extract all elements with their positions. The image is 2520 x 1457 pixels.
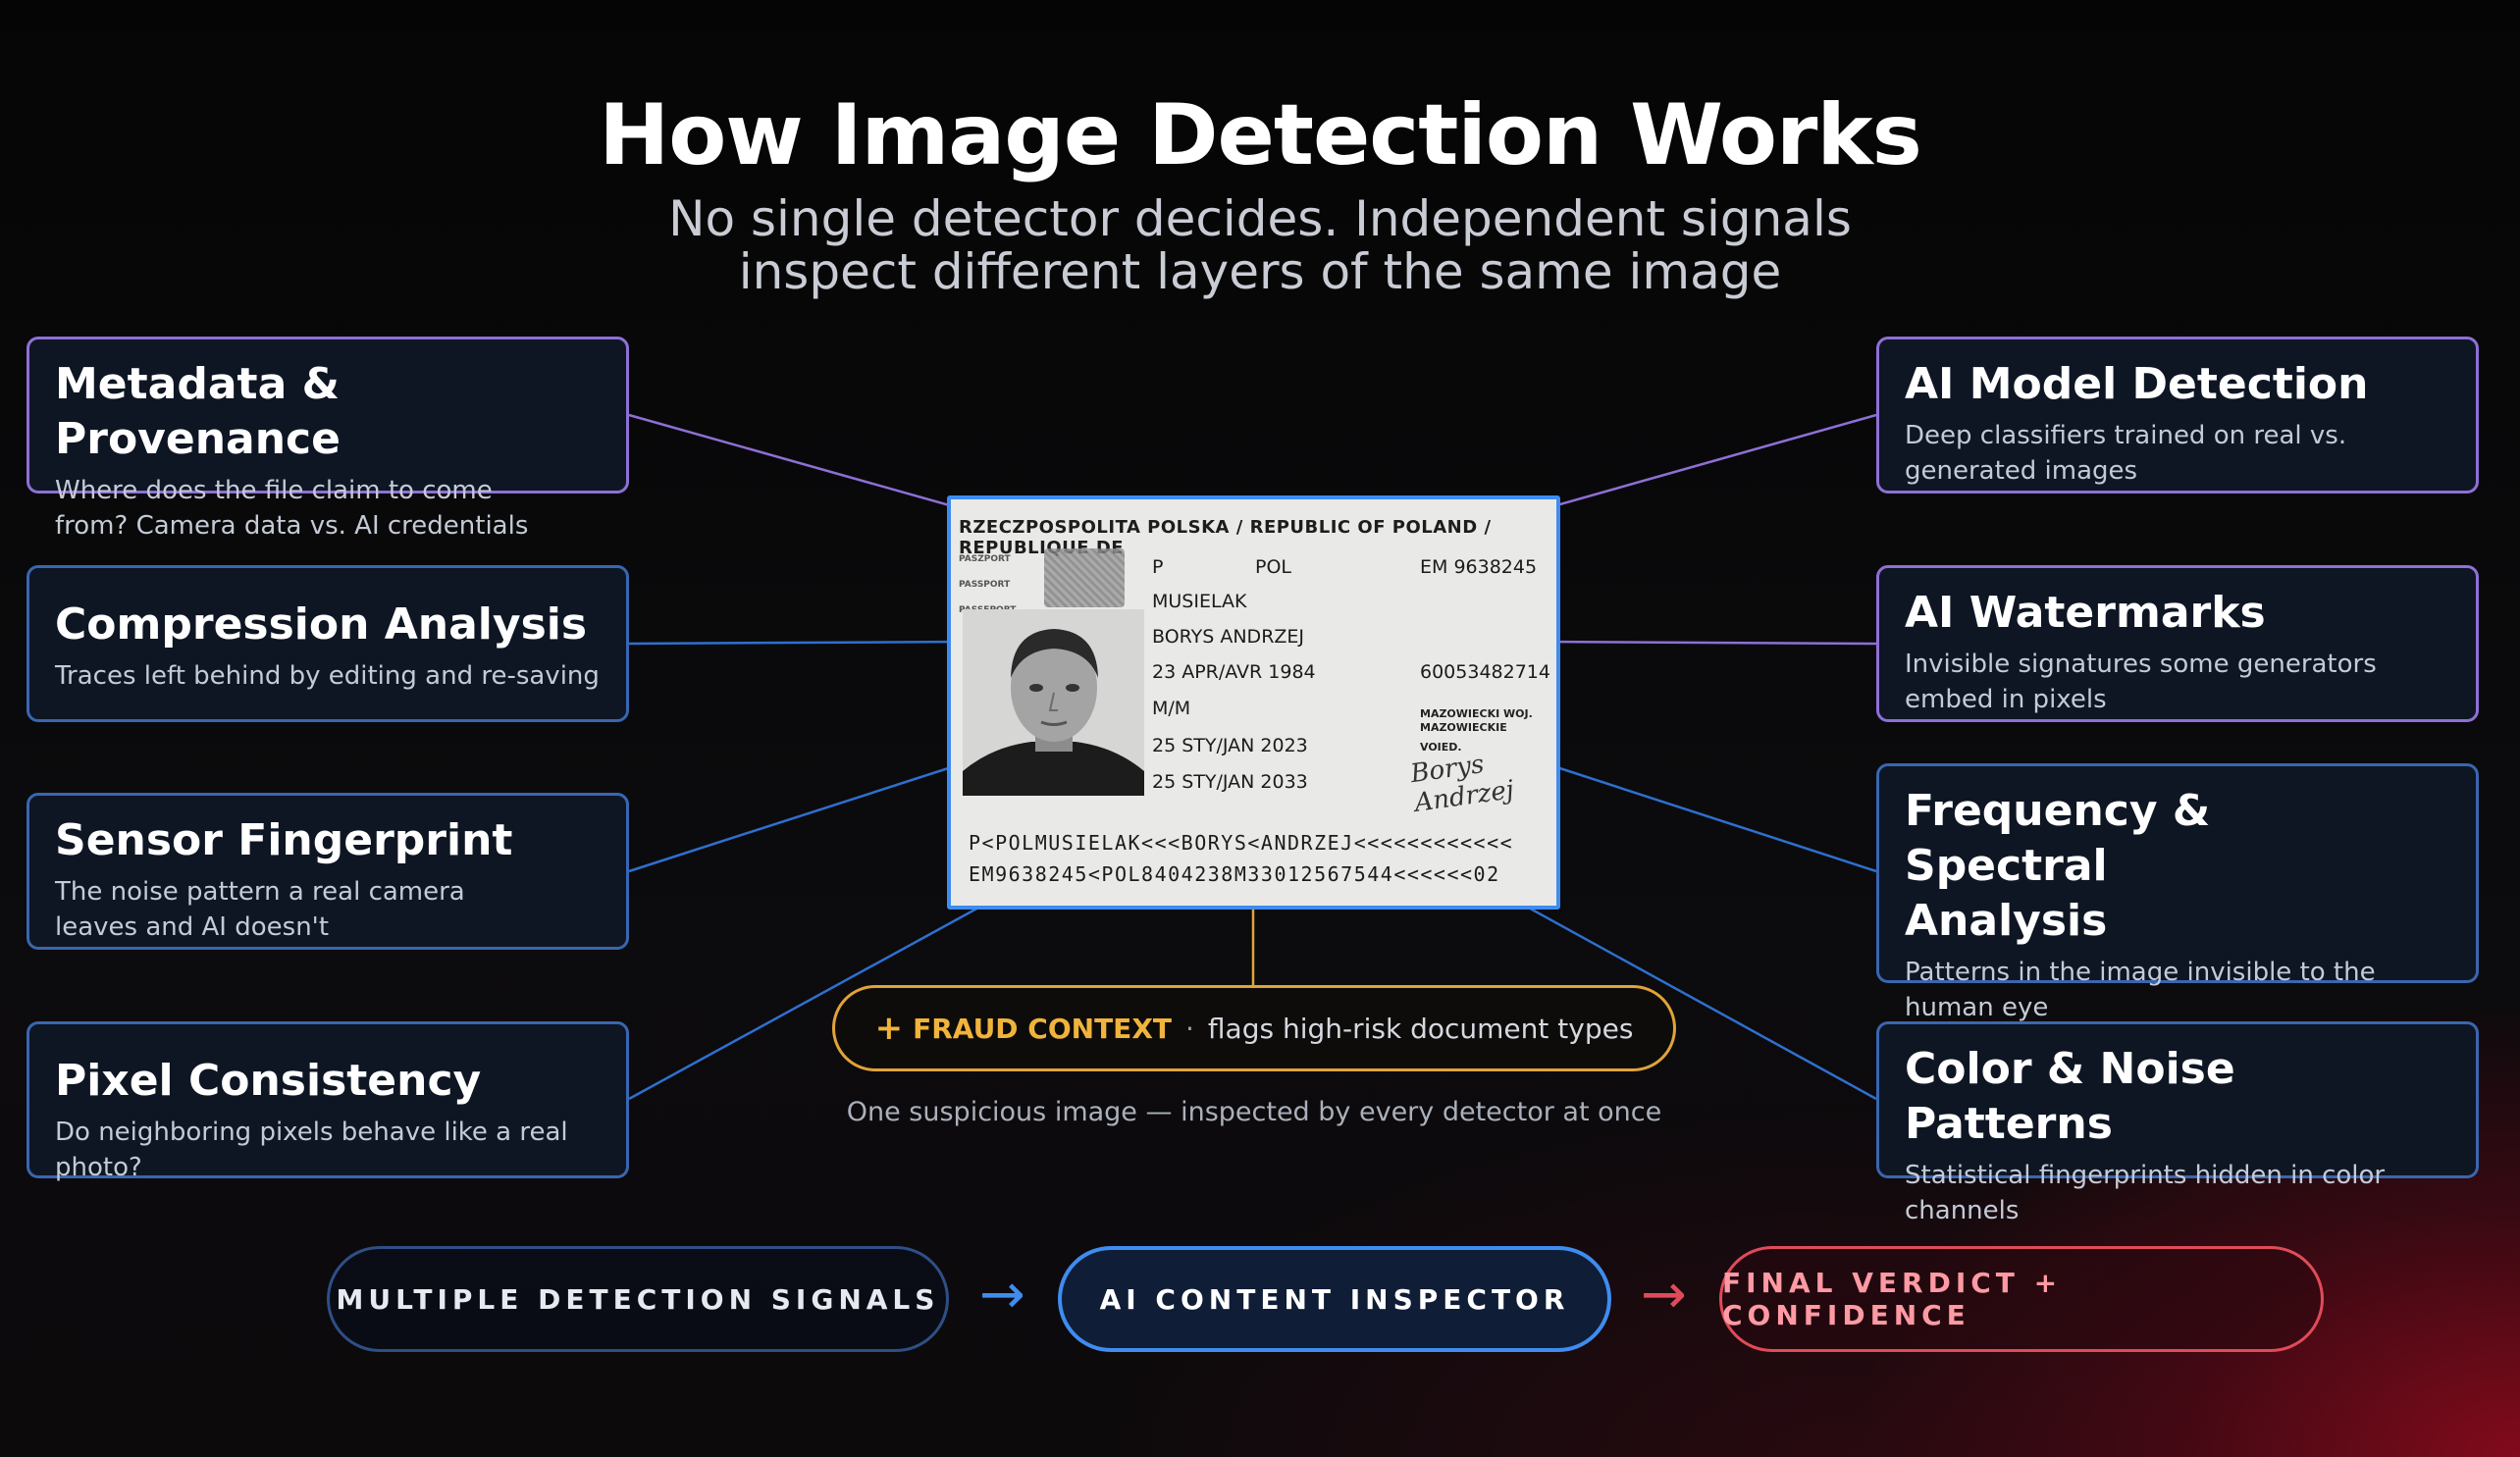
page-title: How Image Detection Works: [599, 86, 1922, 184]
arrow-right-icon: →: [1641, 1263, 1687, 1327]
document-side-label: PASZPORT: [959, 554, 1011, 564]
card-metadata-provenance: Metadata & Provenance Where does the fil…: [26, 337, 629, 541]
card-description: Where does the file claim to come from? …: [55, 476, 529, 541]
card-sensor-fingerprint: Sensor Fingerprint The noise pattern a r…: [26, 793, 629, 950]
passport-document-image: RZECZPOSPOLITA POLSKA / REPUBLIC OF POLA…: [947, 495, 1560, 910]
card-description: Statistical fingerprints hidden in color…: [1905, 1161, 2386, 1225]
page-subtitle: No single detector decides. Independent …: [668, 190, 1852, 300]
document-personal-number: 60053482714: [1420, 661, 1550, 683]
card-description: Do neighboring pixels behave like a real…: [55, 1118, 568, 1182]
fraud-context-badge: + FRAUD CONTEXT · flags high-risk docume…: [832, 985, 1676, 1071]
flow-step-final-verdict: FINAL VERDICT + CONFIDENCE: [1719, 1246, 2324, 1352]
mrz-line-2: EM9638245<POL8404238M33012567544<<<<<<02: [969, 862, 1500, 886]
document-given-names: BORYS ANDRZEJ: [1152, 626, 1305, 648]
card-description: Invisible signatures some generators emb…: [1905, 650, 2377, 714]
document-surname: MUSIELAK: [1152, 591, 1247, 612]
plus-icon: +: [874, 1009, 904, 1048]
portrait-photo: [963, 609, 1144, 796]
document-code: POL: [1255, 556, 1291, 578]
flow-step-detection-signals: MULTIPLE DETECTION SIGNALS: [327, 1246, 949, 1352]
document-expiry-date: 25 STY/JAN 2033: [1152, 771, 1308, 793]
card-title: Color & Noise Patterns: [1905, 1044, 2235, 1149]
document-issue-date: 25 STY/JAN 2023: [1152, 735, 1308, 756]
mrz-line-1: P<POLMUSIELAK<<<BORYS<ANDRZEJ<<<<<<<<<<<…: [969, 831, 1514, 855]
connector-watermarks: [1538, 640, 1877, 646]
card-title: Frequency & Spectral Analysis: [1905, 786, 2211, 946]
card-color-noise: Color & Noise Patterns Statistical finge…: [1876, 1021, 2479, 1225]
card-title: AI Watermarks: [1905, 588, 2266, 638]
document-sex: M/M: [1152, 698, 1191, 719]
card-title: Compression Analysis: [55, 599, 588, 650]
fraud-context-label: FRAUD CONTEXT: [913, 1012, 1172, 1045]
card-title: Metadata & Provenance: [55, 359, 341, 464]
card-compression-analysis: Compression Analysis Traces left behind …: [26, 565, 629, 722]
arrow-right-icon: →: [979, 1263, 1025, 1327]
document-dob: 23 APR/AVR 1984: [1152, 661, 1316, 683]
card-ai-model-detection: AI Model Detection Deep classifiers trai…: [1876, 337, 2479, 494]
connector-frequency: [1538, 759, 1877, 873]
card-title: Sensor Fingerprint: [55, 815, 513, 865]
document-side-label: PASSPORT: [959, 580, 1011, 590]
card-description: Traces left behind by editing and re-sav…: [55, 661, 600, 691]
image-caption: One suspicious image — inspected by ever…: [846, 1097, 1662, 1127]
document-number: EM 9638245: [1420, 556, 1538, 578]
connector-sensor: [628, 759, 971, 873]
document-authority: MAZOWIECKI WOJ. MAZOWIECKIE: [1420, 707, 1533, 734]
document-void: VOIED.: [1420, 741, 1462, 754]
connector-compression: [628, 640, 971, 646]
fraud-context-text: flags high-risk document types: [1207, 1012, 1634, 1045]
hologram-chip: [1044, 548, 1125, 607]
flow-step-ai-content-inspector: AI CONTENT INSPECTOR: [1058, 1246, 1611, 1352]
separator-dot: ·: [1185, 1012, 1194, 1045]
card-title: Pixel Consistency: [55, 1056, 482, 1106]
document-type: P: [1152, 556, 1164, 578]
card-ai-watermarks: AI Watermarks Invisible signatures some …: [1876, 565, 2479, 722]
card-frequency-spectral: Frequency & Spectral Analysis Patterns i…: [1876, 763, 2479, 1022]
card-title: AI Model Detection: [1905, 359, 2369, 409]
card-description: Deep classifiers trained on real vs. gen…: [1905, 421, 2347, 486]
card-description: The noise pattern a real camera leaves a…: [55, 877, 465, 942]
card-description: Patterns in the image invisible to the h…: [1905, 958, 2376, 1022]
card-pixel-consistency: Pixel Consistency Do neighboring pixels …: [26, 1021, 629, 1182]
